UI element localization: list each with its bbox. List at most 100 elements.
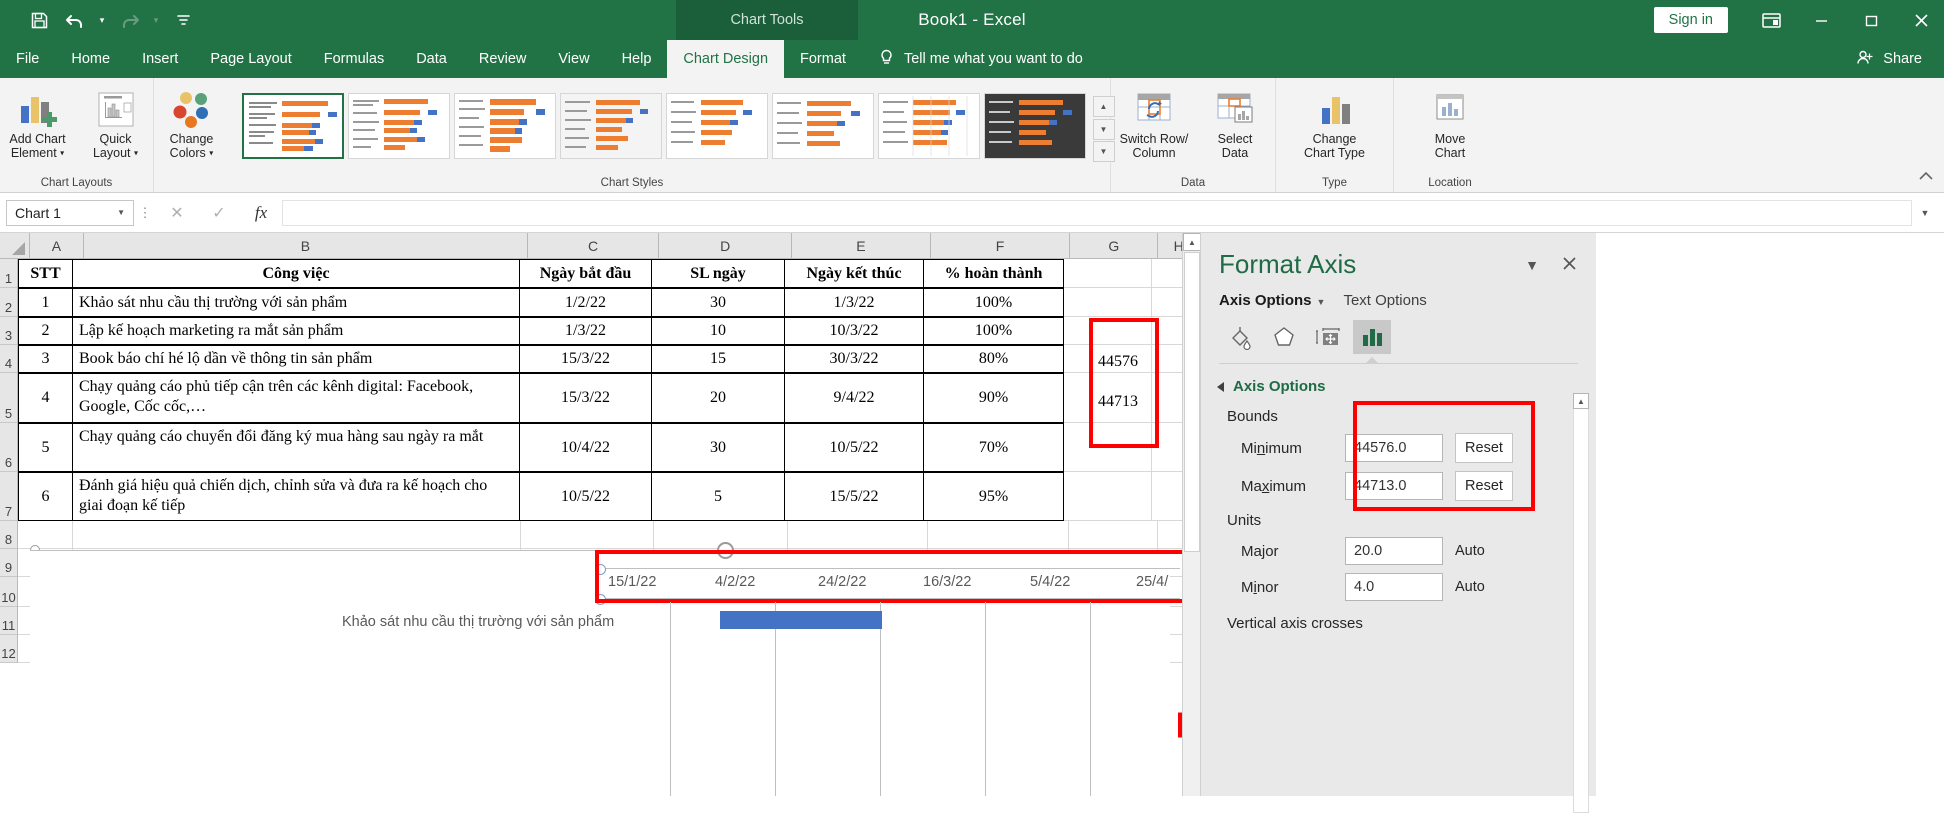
tab-text-options[interactable]: Text Options — [1343, 292, 1426, 309]
row-header-2[interactable]: 2 — [0, 288, 17, 317]
chart-style-thumbnail-7[interactable] — [878, 93, 980, 159]
select-data-button[interactable]: SelectData — [1196, 84, 1274, 164]
close-button[interactable] — [1898, 0, 1944, 40]
cell-b4[interactable]: Book báo chí hé lộ dần về thông tin sản … — [72, 345, 520, 373]
enter-icon[interactable]: ✓ — [198, 203, 240, 223]
cell-g8[interactable] — [1069, 521, 1158, 548]
cell-f1[interactable]: % hoàn thành — [923, 259, 1064, 288]
column-header-e[interactable]: E — [792, 233, 931, 258]
add-chart-element-button[interactable]: Add ChartElement ▾ — [0, 84, 77, 165]
cell-f2[interactable]: 100% — [923, 288, 1064, 317]
column-header-a[interactable]: A — [30, 233, 84, 258]
collapse-triangle-icon[interactable] — [1217, 382, 1224, 392]
column-header-d[interactable]: D — [659, 233, 792, 258]
cell-c6[interactable]: 10/4/22 — [519, 423, 652, 472]
cell-d5[interactable]: 20 — [651, 373, 785, 423]
chart-object[interactable]: 15/1/22 4/2/22 24/2/22 16/3/22 5/4/22 25… — [30, 550, 1170, 796]
cell-b1[interactable]: Công việc — [72, 259, 520, 288]
cell-e7[interactable]: 15/5/22 — [784, 472, 924, 521]
row-header-3[interactable]: 3 — [0, 317, 17, 345]
cell-a7[interactable]: 6 — [18, 472, 73, 521]
collapse-ribbon-icon[interactable] — [1918, 171, 1934, 186]
row-header-4[interactable]: 4 — [0, 345, 17, 373]
chart-style-thumbnail-8[interactable] — [984, 93, 1086, 159]
fill-line-icon[interactable] — [1221, 320, 1259, 354]
tab-review[interactable]: Review — [463, 40, 543, 78]
minor-field[interactable]: 4.0 — [1345, 573, 1443, 601]
maximum-reset-button[interactable]: Reset — [1455, 471, 1513, 501]
cell-c4[interactable]: 15/3/22 — [519, 345, 652, 373]
chevron-down-icon[interactable]: ▼ — [1317, 297, 1326, 307]
chart-style-thumbnail-4[interactable] — [560, 93, 662, 159]
tab-view[interactable]: View — [542, 40, 605, 78]
cell-a4[interactable]: 3 — [18, 345, 73, 373]
cell-f8[interactable] — [928, 521, 1069, 548]
cell-f4[interactable]: 80% — [923, 345, 1064, 373]
row-header-12[interactable]: 12 — [0, 635, 17, 663]
row-header-1[interactable]: 1 — [0, 259, 17, 288]
close-icon[interactable] — [1561, 255, 1578, 275]
cell-c7[interactable]: 10/5/22 — [519, 472, 652, 521]
chart-bar[interactable] — [720, 611, 882, 629]
scroll-up-icon[interactable]: ▲ — [1183, 233, 1200, 251]
switch-row-column-button[interactable]: Switch Row/Column — [1112, 84, 1196, 164]
tab-formulas[interactable]: Formulas — [308, 40, 400, 78]
chart-style-thumbnail-3[interactable] — [454, 93, 556, 159]
minimum-field[interactable]: 44576.0 — [1345, 434, 1443, 462]
pane-scrollbar[interactable]: ▲ — [1573, 393, 1589, 813]
tab-data[interactable]: Data — [400, 40, 463, 78]
tab-home[interactable]: Home — [55, 40, 126, 78]
sheet-vertical-scrollbar[interactable]: ▲ — [1182, 233, 1200, 796]
cell-g6[interactable] — [1063, 423, 1152, 471]
cell-b8[interactable] — [73, 521, 521, 548]
ribbon-display-options-icon[interactable] — [1748, 0, 1794, 40]
cell-a8[interactable] — [18, 521, 73, 548]
cell-b6[interactable]: Chạy quảng cáo chuyển đổi đăng ký mua hà… — [72, 423, 520, 472]
chevron-down-icon[interactable]: ▼ — [117, 208, 125, 217]
cell-d6[interactable]: 30 — [651, 423, 785, 472]
row-header-6[interactable]: 6 — [0, 423, 17, 472]
size-properties-icon[interactable] — [1309, 320, 1347, 354]
chevron-down-icon[interactable]: ▾ — [134, 149, 138, 158]
pane-scrollbar-track[interactable] — [1573, 409, 1589, 813]
cell-a5[interactable]: 4 — [18, 373, 73, 423]
tab-insert[interactable]: Insert — [126, 40, 194, 78]
row-header-5[interactable]: 5 — [0, 373, 17, 423]
cell-f7[interactable]: 95% — [923, 472, 1064, 521]
cell-c8[interactable] — [521, 521, 654, 548]
maximum-field[interactable]: 44713.0 — [1345, 472, 1443, 500]
cell-g3[interactable] — [1063, 317, 1152, 344]
chevron-down-icon[interactable]: ▾ — [60, 149, 64, 158]
cell-b7[interactable]: Đánh giá hiệu quả chiến dịch, chỉnh sửa … — [72, 472, 520, 521]
section-axis-options[interactable]: Axis Options — [1201, 364, 1596, 397]
expand-formula-bar-icon[interactable]: ▼ — [1912, 208, 1938, 218]
change-colors-button[interactable]: ChangeColors ▾ — [150, 84, 234, 165]
chevron-down-icon[interactable]: ▾ — [209, 149, 213, 158]
cell-d7[interactable]: 5 — [651, 472, 785, 521]
cell-e1[interactable]: Ngày kết thúc — [784, 259, 924, 288]
cell-g4-serial-value[interactable]: 44576 — [1098, 353, 1138, 371]
tab-format[interactable]: Format — [784, 40, 862, 78]
scrollbar-thumb[interactable] — [1184, 252, 1200, 552]
tab-chart-design[interactable]: Chart Design — [667, 40, 784, 78]
cell-e8[interactable] — [788, 521, 928, 548]
chart-style-thumbnail-6[interactable] — [772, 93, 874, 159]
name-box[interactable]: Chart 1 ▼ — [6, 200, 134, 226]
cell-c2[interactable]: 1/2/22 — [519, 288, 652, 317]
row-header-9[interactable]: 9 — [0, 549, 17, 577]
cell-e6[interactable]: 10/5/22 — [784, 423, 924, 472]
sign-in-button[interactable]: Sign in — [1654, 7, 1728, 33]
cell-f3[interactable]: 100% — [923, 317, 1064, 345]
cell-f5[interactable]: 90% — [923, 373, 1064, 423]
row-header-10[interactable]: 10 — [0, 577, 17, 607]
column-header-b[interactable]: B — [84, 233, 528, 258]
cell-c3[interactable]: 1/3/22 — [519, 317, 652, 345]
column-header-g[interactable]: G — [1070, 233, 1158, 258]
cell-g7[interactable] — [1063, 472, 1152, 520]
tab-page-layout[interactable]: Page Layout — [194, 40, 307, 78]
cell-d4[interactable]: 15 — [651, 345, 785, 373]
cell-f6[interactable]: 70% — [923, 423, 1064, 472]
cell-a6[interactable]: 5 — [18, 423, 73, 472]
column-header-c[interactable]: C — [528, 233, 660, 258]
minimize-button[interactable] — [1798, 0, 1844, 40]
